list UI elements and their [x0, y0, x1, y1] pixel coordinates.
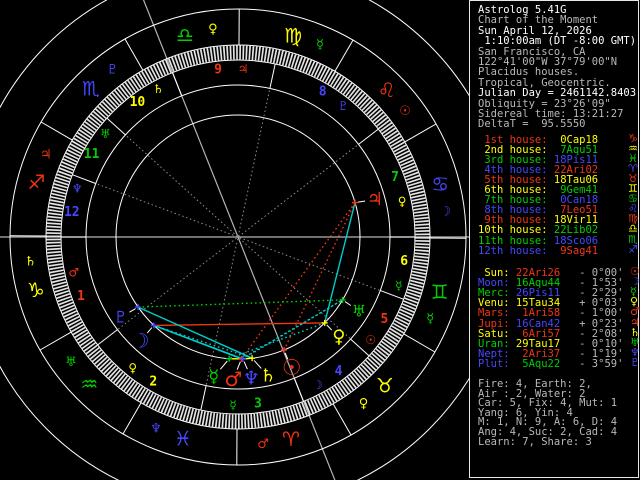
planet-glyph-sun: ☉: [282, 356, 302, 381]
aspect-line-pluto-uranus: [138, 299, 343, 308]
sign-ruler-glyph-cancer: ☽: [440, 204, 452, 219]
sign-ruler-glyph-aquarius: ♅: [65, 355, 77, 370]
house-ring-boundary: [358, 128, 379, 145]
sign-boundary: [404, 123, 437, 143]
house-ring-boundary: [269, 63, 276, 89]
sign-ruler-glyph-pisces: ♆: [150, 422, 162, 437]
sign-boundary: [39, 331, 72, 351]
sign-glyph-virgo: ♍: [284, 23, 302, 47]
sign-ruler-glyph-libra: ♀: [208, 22, 218, 37]
planet-glyph-saturn: ♄: [260, 365, 276, 386]
sign-glyph-taurus: ♉: [376, 374, 394, 398]
house-ruler-glyph-5: ☉: [365, 333, 376, 347]
pointer-line-venus: [326, 324, 333, 331]
sign-ruler-glyph-aries: ♂: [257, 437, 269, 452]
sign-ruler-glyph-scorpio: ♇: [107, 62, 119, 77]
astrolog-window: ♈ ♂ ♉ ♀ ♊ ☿ ♋ ☽ ♌ ☉ ♍ ☿ ♎ ♀ ♏ ♇ ♐ ♃ ♑ ♄ ♒ ♅ ♓ ♆ 1 ♂ 2 ♀ 3 ☿ 4 ☽ 5 ☉ 6 ☿ 7 ♀ 8 ♇…: [0, 0, 640, 480]
sign-ruler-glyph-capricorn: ♄: [25, 255, 37, 270]
pointer-line-pluto: [129, 308, 136, 313]
house-number-5: 5: [380, 312, 388, 327]
header-line: DeltaT = 95.5550: [478, 118, 586, 131]
sign-ruler-glyph-leo: ☉: [399, 104, 411, 119]
info-panel: Astrolog 5.41G Chart of the Moment Sun Apr…: [469, 0, 640, 480]
sign-boundary: [332, 403, 352, 436]
aspect-line-saturn-pluto: [137, 306, 253, 359]
planet-glyph-mars: ♂: [224, 367, 242, 391]
house-ruler-glyph-7: ♀: [398, 194, 407, 208]
aspect-line-venus-mercury: [228, 322, 325, 360]
house-number-2: 2: [149, 375, 157, 390]
planet-glyph-mercury: ☿: [208, 366, 219, 387]
house-ruler-glyph-10: ♄: [153, 82, 164, 96]
house-number-11: 11: [84, 147, 100, 162]
chart-wheel: ♈♂♉♀♊☿♋☽♌☉♍ ☿♎ ♀♏♇♐♃♑♄♒♅♓♆1♂2♀3☿4☽5☉6☿7♀8♇…: [0, 0, 470, 480]
house-number-4: 4: [335, 364, 343, 379]
sign-boundary: [124, 38, 144, 71]
house-ruler-glyph-11: ♅: [100, 127, 111, 141]
planet-glyph-venus: ♀: [332, 327, 345, 348]
sign-ruler-glyph-taurus: ♀: [359, 397, 369, 412]
house-number-12: 12: [64, 205, 80, 220]
house-ruler-glyph-8: ♇: [338, 99, 349, 113]
sign-glyph-aquarius: ♒: [80, 372, 98, 396]
house-cusp-row: 12th house: 9Sag41 ♐: [478, 242, 638, 257]
planet-glyph-pluto: ♇: [114, 308, 128, 327]
house-number-7: 7: [391, 170, 399, 185]
sign-glyph-sagittarius: ♐: [27, 170, 45, 194]
planet-glyph-jupiter: ♃: [367, 189, 383, 210]
sign-glyph-capricorn: ♑: [27, 278, 45, 302]
house-number-8: 8: [319, 84, 327, 99]
sign-ruler-glyph-virgo: ☿: [316, 37, 324, 52]
house-number-3: 3: [254, 396, 262, 411]
sign-glyph-gemini: ♊: [431, 280, 449, 304]
sign-ruler-glyph-gemini: ☿: [426, 312, 434, 327]
pointer-line-uranus: [344, 301, 352, 306]
pointer-line-jupiter: [357, 200, 366, 203]
sign-glyph-leo: ♌: [378, 78, 396, 102]
sign-glyph-pisces: ♓: [174, 427, 192, 451]
house-number-10: 10: [130, 95, 146, 110]
stat-line: Learn: 7, Share: 3: [478, 435, 592, 448]
house-number-9: 9: [214, 63, 222, 78]
house-number-6: 6: [400, 254, 408, 269]
house-ruler-glyph-1: ♂: [68, 266, 79, 280]
planet-glyph-neptune: ♆: [243, 367, 260, 389]
planet-position-row: Plut: 5Aqu22 - 3°59' ♇: [478, 356, 640, 371]
sign-glyph-libra: ♎: [176, 23, 194, 47]
sign-glyph-aries: ♈: [282, 427, 300, 451]
house-ruler-glyph-9: ♃: [238, 62, 249, 76]
planet-glyph-uranus: ♅: [352, 302, 366, 321]
sign-boundary: [334, 39, 354, 72]
sign-boundary: [403, 333, 436, 353]
sign-boundary: [40, 121, 73, 141]
house-ruler-glyph-4: ☽: [312, 378, 323, 392]
sign-ruler-glyph-sagittarius: ♃: [40, 148, 52, 163]
house-ruler-glyph-3: ☿: [229, 398, 236, 412]
house-ruler-glyph-12: ♆: [72, 181, 83, 195]
house-ring-boundary: [293, 378, 304, 402]
house-ruler-glyph-6: ☿: [395, 279, 402, 293]
planet-glyph-moon: ☽: [132, 328, 150, 352]
aspect-line-mars-uranus: [241, 299, 343, 360]
sign-glyph-scorpio: ♏: [82, 76, 100, 100]
sign-glyph-cancer: ♋: [431, 172, 449, 196]
sign-boundary: [122, 402, 142, 435]
house-ring-boundary: [200, 385, 207, 411]
house-number-1: 1: [77, 289, 85, 304]
house-ring-boundary: [97, 329, 118, 346]
house-ring-boundary: [172, 72, 183, 96]
house-ruler-glyph-2: ♀: [128, 361, 137, 375]
